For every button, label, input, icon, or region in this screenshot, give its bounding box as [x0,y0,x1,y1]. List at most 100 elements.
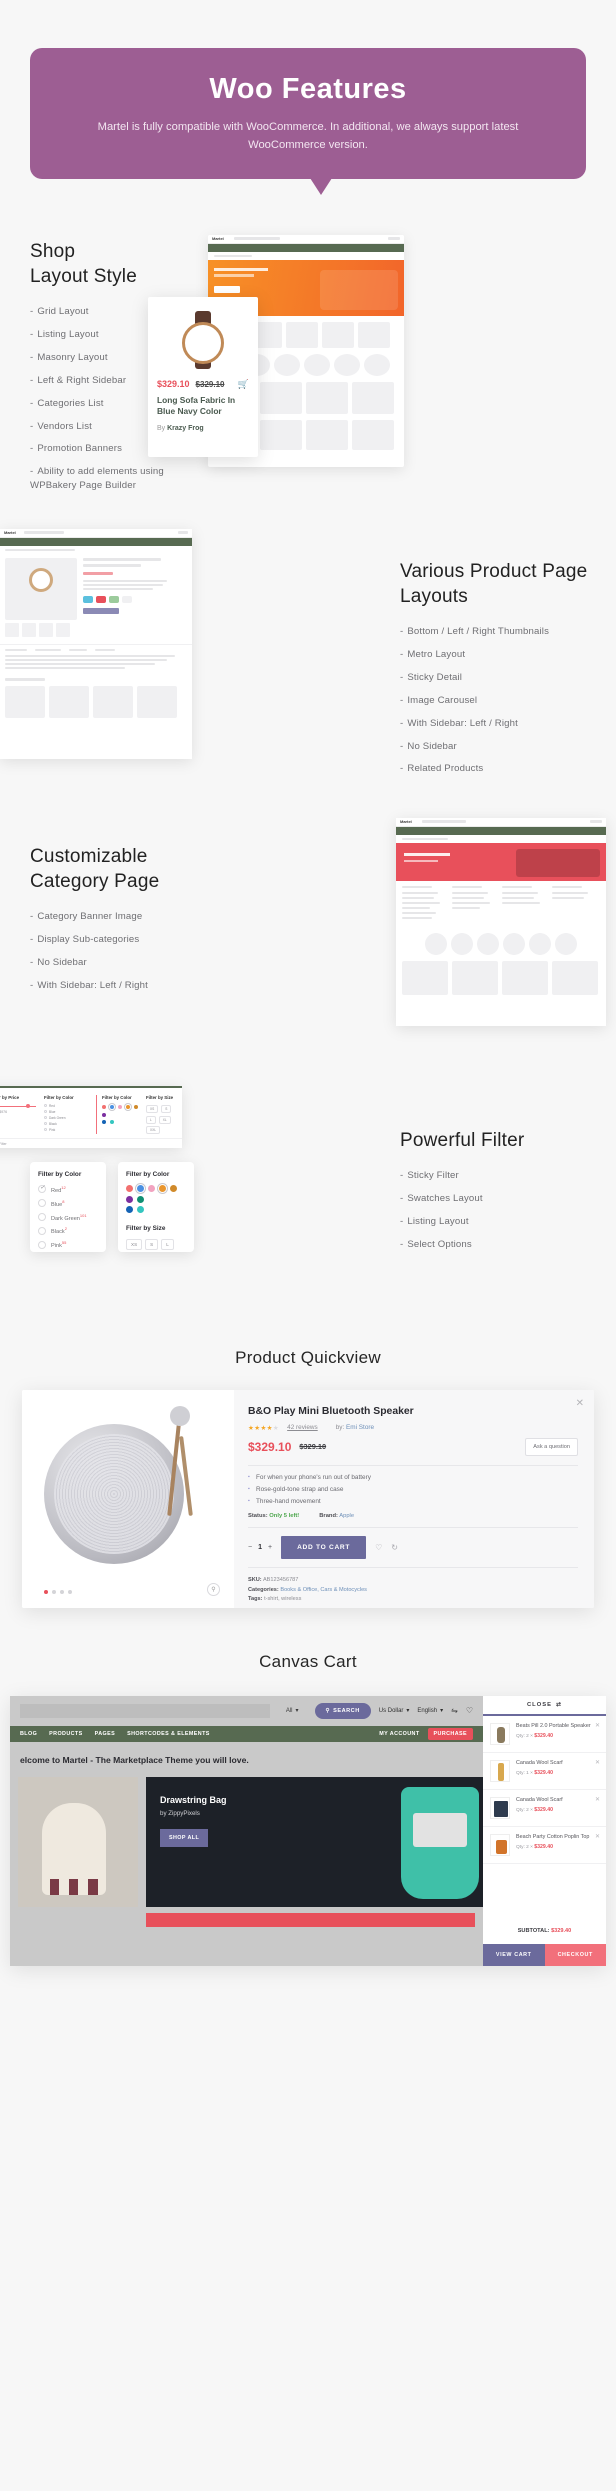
hero-subtitle: Martel is fully compatible with WooComme… [97,120,519,152]
cart-icon[interactable]: 🛒 [238,379,249,390]
product-page-text-block: Various Product Page Layouts - Bottom / L… [400,559,600,786]
checkout-button[interactable]: CHECKOUT [544,1943,606,1966]
qty-decrease[interactable]: − [248,1544,252,1551]
ask-question-button[interactable]: Ask a question [525,1437,578,1456]
filter-option[interactable]: Black2 [38,1226,98,1235]
filter-option[interactable]: Red12 [38,1184,98,1194]
promo-banner[interactable]: Drawstring Bag by ZippyPixels SHOP ALL [146,1776,483,1907]
radio-icon[interactable] [38,1184,46,1194]
clear-filter-link[interactable]: Clear Filter [0,1137,182,1148]
cart-header[interactable]: CLOSE ⇄ [483,1696,606,1716]
size-option[interactable]: S [145,1238,159,1250]
nav-item-blog[interactable]: BLOG [20,1731,37,1737]
vendor-link[interactable]: Krazy Frog [167,425,204,432]
swatch-green[interactable] [137,1195,144,1203]
filter-option[interactable]: Dark Green101 [38,1213,98,1221]
category-select[interactable]: All ▾ [278,1707,307,1715]
nav-item-pages[interactable]: PAGES [95,1731,115,1737]
close-label[interactable]: CLOSE [527,1702,552,1708]
gallery-dots[interactable] [44,1589,72,1594]
view-cart-button[interactable]: VIEW CART [483,1943,545,1966]
swatch-darkblue[interactable] [126,1205,133,1213]
filter-option[interactable]: Blue8 [38,1199,98,1208]
rating-stars: ★★★★★ [248,1424,280,1432]
swatch-teal[interactable] [137,1205,144,1213]
cart-item[interactable]: Beats Pill 2.0 Portable Speaker Qty: 2 ×… [483,1716,606,1753]
product-card[interactable]: $329.10 $329.10 🛒 Long Sofa Fabric In Bl… [148,296,258,457]
quickview-modal: ⚲ ✕ B&O Play Mini Bluetooth Speaker ★★★★… [22,1389,594,1608]
quickview-details: ✕ B&O Play Mini Bluetooth Speaker ★★★★★ … [234,1389,594,1608]
product-page-feature-list: - Bottom / Left / Right Thumbnails - Metro… [400,625,600,776]
chevron-down-icon: ▾ [406,1708,410,1715]
site-preview: All ▾ ⚲ SEARCH Us Dollar ▾ English ▾ ⇋ ♡ BLO… [10,1695,483,1966]
heart-icon[interactable]: ♡ [375,1543,382,1552]
swatch-orange[interactable] [159,1184,166,1192]
price-row: $329.10 $329.10 🛒 [157,379,249,390]
remove-item-icon[interactable]: ✕ [595,1833,600,1840]
product-meta: ★★★★★ 42 reviews by: Emi Store [248,1424,375,1432]
radio-icon[interactable] [38,1240,46,1249]
currency-select[interactable]: Us Dollar ▾ [379,1707,410,1715]
swatch-pink[interactable] [148,1184,155,1192]
shop-all-button[interactable]: SHOP ALL [160,1828,209,1847]
cart-item-qty: Qty: 1 × $329.40 [516,1770,554,1777]
nav-item-products[interactable]: PRODUCTS [49,1731,82,1737]
swatch-amber[interactable] [170,1184,177,1192]
size-option[interactable]: XS [126,1238,143,1250]
add-to-cart-button[interactable]: ADD TO CART [281,1535,367,1559]
furniture-banner[interactable] [18,1776,138,1907]
list-item: - Select Options [400,1238,472,1250]
nav-item-shortcodes[interactable]: SHORTCODES & ELEMENTS [127,1731,210,1737]
radio-icon[interactable] [38,1213,46,1221]
compare-icon[interactable]: ⇋ [451,1706,458,1715]
remove-item-icon[interactable]: ✕ [595,1759,600,1766]
nav-item-my-account[interactable]: MY ACCOUNT [379,1731,419,1737]
search-button[interactable]: ⚲ SEARCH [314,1702,371,1719]
close-arrows-icon[interactable]: ⇄ [556,1701,562,1708]
speaker-tag [170,1405,190,1426]
filter-option[interactable]: Pink55 [38,1240,98,1249]
size-option[interactable]: L [161,1238,174,1250]
cart-item-name[interactable]: Beats Pill 2.0 Portable Speaker [516,1723,599,1730]
categories-links[interactable]: Books & Office, Cars & Motocycles [280,1587,367,1593]
list-item: - Sticky Filter [400,1169,459,1181]
filter-heading: Powerful Filter [400,1129,525,1151]
purchase-button[interactable]: PURCHASE [427,1727,473,1740]
radio-icon[interactable] [38,1199,46,1208]
swatch-purple[interactable] [126,1195,133,1203]
cart-item-name[interactable]: Canada Wool Scarf [516,1760,571,1767]
swatch-red[interactable] [126,1184,133,1192]
cart-item-name[interactable]: Beach Party Cotton Poplin Top [516,1834,597,1841]
cart-item[interactable]: Canada Wool Scarf Qty: 2 × $329.40 ✕ [483,1790,606,1827]
product-name[interactable]: Long Sofa Fabric In Blue Navy Color [157,395,249,418]
compare-icon[interactable]: ↻ [391,1543,398,1552]
filter-size-label: Filter by Size [146,1094,174,1100]
quantity-stepper[interactable]: − 1 + [248,1544,272,1551]
close-icon[interactable]: ✕ [576,1398,584,1409]
category-feature-list: - Category Banner Image - Display Sub-cate… [30,910,210,993]
swatch-row[interactable] [126,1205,186,1213]
radio-icon[interactable] [38,1226,46,1235]
cart-item[interactable]: Canada Wool Scarf Qty: 1 × $329.40 ✕ [483,1753,606,1790]
list-item: For when your phone's run out of battery [248,1474,578,1481]
list-item: - Related Products [400,763,484,775]
search-input[interactable] [20,1703,270,1718]
size-row[interactable]: XS S L XL [126,1238,186,1252]
category-page-section: Customizable Category Page - Category Ban… [0,817,616,1048]
cart-item-name[interactable]: Canada Wool Scarf [516,1797,571,1804]
cart-item[interactable]: Beach Party Cotton Poplin Top Qty: 2 × $… [483,1827,606,1864]
remove-item-icon[interactable]: ✕ [595,1796,600,1803]
remove-item-icon[interactable]: ✕ [595,1722,600,1729]
brand-link[interactable]: Apple [339,1513,354,1519]
list-item: Rose-gold-tone strap and case [248,1486,578,1493]
heart-icon[interactable]: ♡ [466,1706,473,1715]
filter-feature-list: - Sticky Filter - Swatches Layout - Listing… [400,1169,600,1252]
reviews-link[interactable]: 42 reviews [287,1424,318,1431]
zoom-icon[interactable]: ⚲ [207,1582,220,1596]
sku-value: AB123456787 [262,1576,299,1583]
store-link[interactable]: Emi Store [346,1424,374,1431]
swatch-blue[interactable] [137,1184,144,1192]
language-select[interactable]: English ▾ [417,1707,443,1715]
swatch-row[interactable] [126,1184,186,1203]
qty-increase[interactable]: + [268,1544,272,1551]
